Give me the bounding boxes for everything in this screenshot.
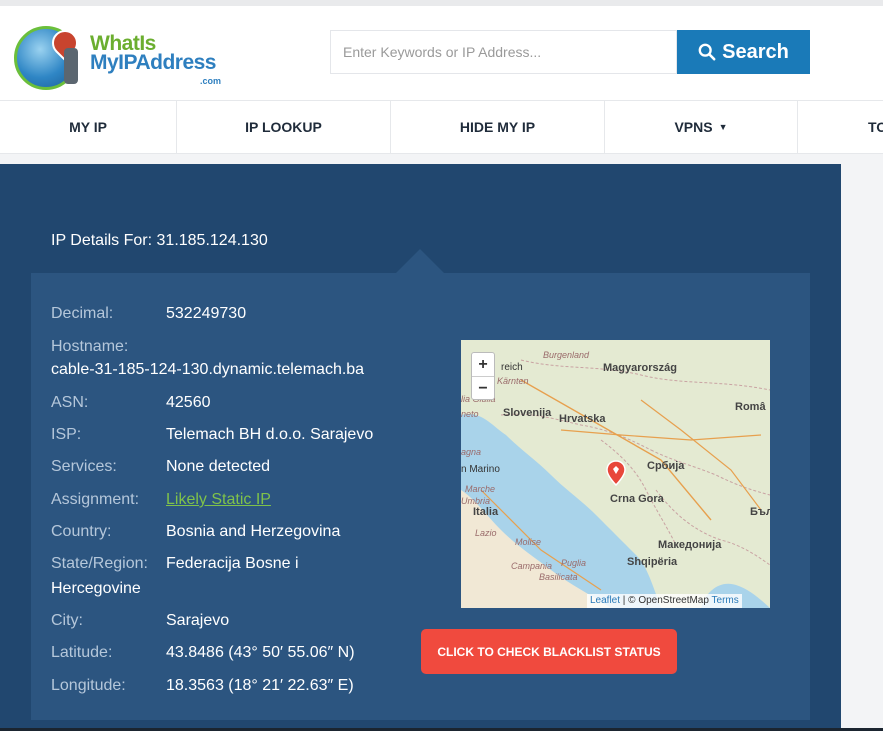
check-blacklist-button[interactable]: CLICK TO CHECK BLACKLIST STATUS bbox=[421, 629, 677, 674]
map-label-veneto: neto bbox=[461, 409, 479, 419]
map-label-karnten: Kärnten bbox=[497, 376, 529, 386]
decimal-row: Decimal: 532249730 bbox=[51, 305, 246, 323]
search-input[interactable] bbox=[330, 30, 677, 74]
hostname-value: cable-31-185-124-130.dynamic.telemach.ba bbox=[51, 361, 365, 378]
latitude-label: Latitude: bbox=[51, 644, 113, 661]
map-label-umbria: Umbria bbox=[461, 496, 491, 506]
longitude-label: Longitude: bbox=[51, 677, 126, 694]
search-button-label: Search bbox=[722, 40, 789, 63]
map-label-slovenija: Slovenija bbox=[503, 407, 552, 419]
logo-line2: MyIPAddress bbox=[90, 51, 217, 74]
map-label-srbija: Србија bbox=[647, 460, 685, 472]
services-value: None detected bbox=[166, 458, 271, 475]
nav-item-label: VPNS bbox=[674, 119, 713, 135]
map-label-italia: Italia bbox=[473, 506, 499, 518]
isp-value: Telemach BH d.o.o. Sarajevo bbox=[166, 426, 374, 443]
site-logo[interactable]: WhatIs MyIPAddress .com bbox=[14, 24, 234, 94]
longitude-value: 18.3563 (18° 21′ 22.63″ E) bbox=[166, 677, 354, 694]
hostname-value-row: cable-31-185-124-130.dynamic.telemach.ba bbox=[51, 361, 364, 379]
isp-label: ISP: bbox=[51, 426, 82, 443]
terms-link[interactable]: Terms bbox=[712, 595, 739, 606]
isp-row: ISP: Telemach BH d.o.o. Sarajevo bbox=[51, 426, 373, 444]
nav-item-ip-lookup[interactable]: IP LOOKUP bbox=[177, 101, 391, 153]
leaflet-link[interactable]: Leaflet bbox=[590, 595, 620, 606]
decimal-label: Decimal: bbox=[51, 305, 114, 322]
nav-item-label: HIDE MY IP bbox=[459, 119, 536, 135]
caret-down-icon: ▼ bbox=[718, 122, 728, 132]
nav-item-tools[interactable]: TO bbox=[798, 101, 883, 153]
map-label-lazio: Lazio bbox=[475, 528, 497, 538]
map-label-basilicata: Basilicata bbox=[539, 572, 578, 582]
logo-line3: .com bbox=[200, 76, 222, 86]
nav-item-label: IP LOOKUP bbox=[245, 119, 322, 135]
map-label-shqiperia: Shqipëria bbox=[627, 556, 678, 568]
osm-credit: | © OpenStreetMap bbox=[620, 595, 712, 606]
state-value-cont: Hercegovine bbox=[51, 580, 141, 597]
map-label-marche: Marche bbox=[465, 484, 496, 494]
state-row-cont: Hercegovine bbox=[51, 580, 141, 598]
asn-row: ASN: 42560 bbox=[51, 394, 211, 412]
nav-item-vpns[interactable]: VPNS ▼ bbox=[605, 101, 798, 153]
city-value: Sarajevo bbox=[166, 612, 230, 629]
map-label-romania: Româ bbox=[735, 401, 766, 413]
zoom-out-button[interactable]: − bbox=[472, 377, 494, 400]
nav-item-my-ip[interactable]: MY IP bbox=[0, 101, 177, 153]
hostname-label: Hostname: bbox=[51, 338, 129, 355]
asn-value: 42560 bbox=[166, 394, 211, 411]
right-gutter bbox=[841, 164, 883, 731]
zoom-in-button[interactable]: + bbox=[472, 353, 494, 377]
assignment-label: Assignment: bbox=[51, 491, 140, 508]
nav-item-label: TO bbox=[868, 119, 883, 135]
map-label-campania: Campania bbox=[511, 561, 553, 571]
assignment-row: Assignment: Likely Static IP bbox=[51, 491, 271, 509]
asn-label: ASN: bbox=[51, 394, 89, 411]
decimal-value: 532249730 bbox=[166, 305, 247, 322]
map-attribution: Leaflet | © OpenStreetMap Terms bbox=[587, 594, 742, 608]
nav-item-hide-my-ip[interactable]: HIDE MY IP bbox=[391, 101, 605, 153]
state-value: Federacija Bosne i bbox=[166, 555, 299, 572]
map-label-crna-gora: Crna Gora bbox=[610, 493, 664, 505]
longitude-row: Longitude: 18.3563 (18° 21′ 22.63″ E) bbox=[51, 677, 354, 695]
map-label-magna: agna bbox=[461, 447, 482, 457]
ip-details-heading: IP Details For: 31.185.124.130 bbox=[51, 232, 268, 249]
map-label-hrvatska: Hrvatska bbox=[559, 413, 606, 425]
map-label-san-marino: n Marino bbox=[461, 464, 500, 475]
city-row: City: Sarajevo bbox=[51, 612, 229, 630]
assignment-link[interactable]: Likely Static IP bbox=[166, 491, 271, 509]
map-label-bulgaria: Бъл bbox=[750, 506, 770, 518]
map-label-magyarorszag: Magyarország bbox=[603, 362, 677, 374]
nav-item-label: MY IP bbox=[69, 119, 107, 135]
map-label-reich: reich bbox=[501, 362, 523, 373]
state-label: State/Region: bbox=[51, 555, 148, 572]
logo-text: WhatIs MyIPAddress .com bbox=[90, 33, 221, 86]
map-label-molise: Molise bbox=[515, 537, 542, 547]
country-label: Country: bbox=[51, 523, 112, 540]
map-zoom-control: + − bbox=[471, 352, 495, 400]
city-label: City: bbox=[51, 612, 83, 629]
search-icon bbox=[698, 43, 716, 61]
country-row: Country: Bosnia and Herzegovina bbox=[51, 523, 340, 541]
map-label-makedonija: Македонија bbox=[658, 539, 722, 551]
main-nav: MY IP IP LOOKUP HIDE MY IP VPNS ▼ TO bbox=[0, 100, 883, 154]
map-label-puglia: Puglia bbox=[561, 558, 587, 568]
latitude-row: Latitude: 43.8486 (43° 50′ 55.06″ N) bbox=[51, 644, 355, 662]
services-row: Services: None detected bbox=[51, 458, 270, 476]
state-row: State/Region: Federacija Bosne i bbox=[51, 555, 299, 573]
services-label: Services: bbox=[51, 458, 117, 475]
latitude-value: 43.8486 (43° 50′ 55.06″ N) bbox=[166, 644, 355, 661]
search-button[interactable]: Search bbox=[677, 30, 810, 74]
card-notch bbox=[396, 249, 444, 273]
info-i-icon bbox=[64, 48, 78, 84]
location-marker-icon[interactable] bbox=[606, 460, 626, 487]
map-label-burgenland: Burgenland bbox=[543, 350, 590, 360]
hostname-label-row: Hostname: bbox=[51, 338, 128, 356]
country-value: Bosnia and Herzegovina bbox=[166, 523, 341, 540]
